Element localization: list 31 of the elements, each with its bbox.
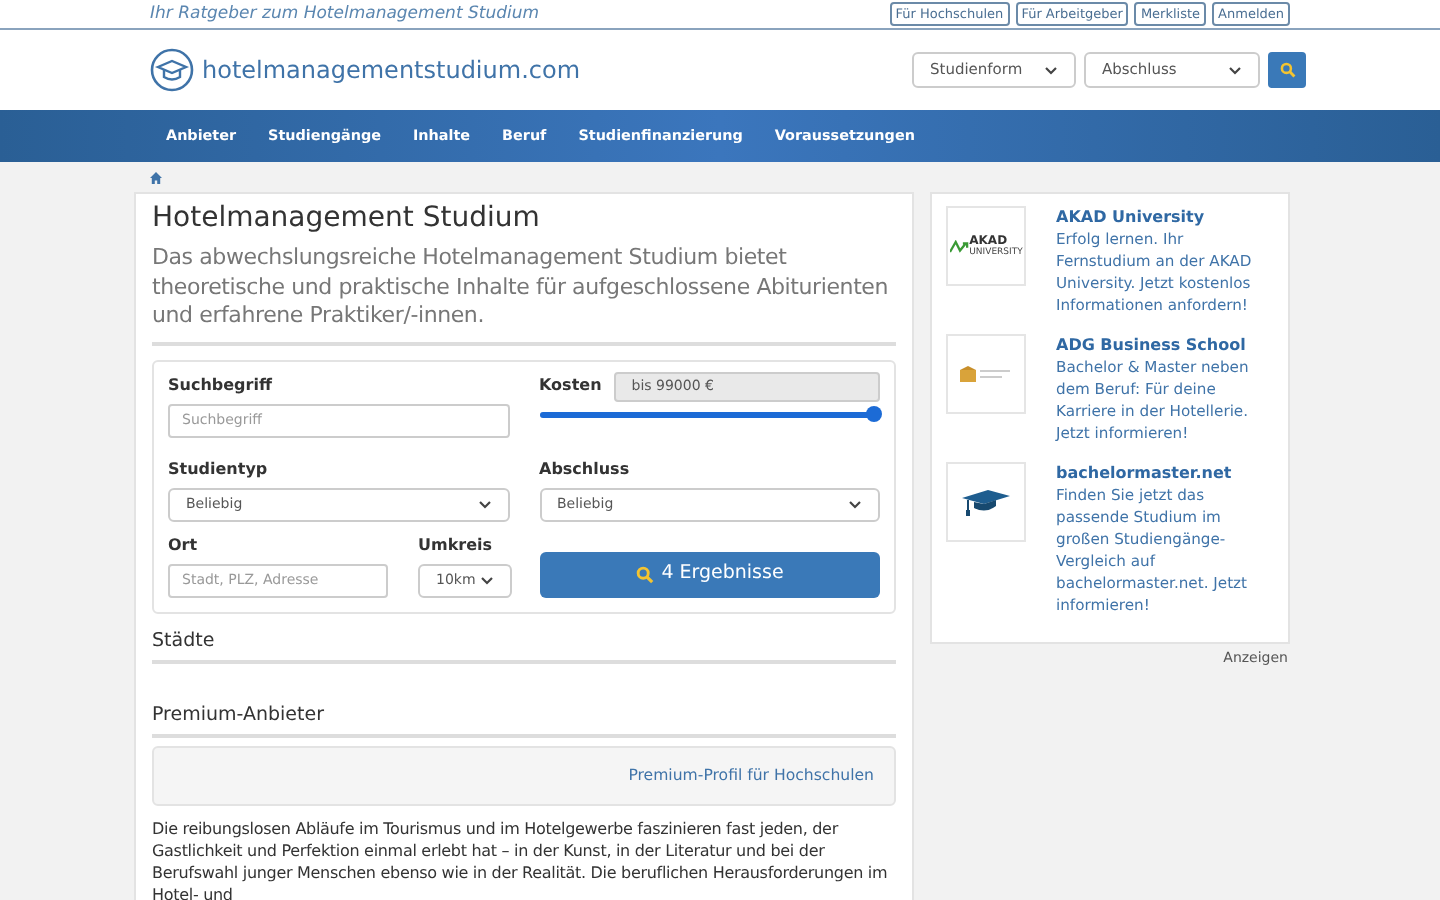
section-heading: Premium-Anbieter bbox=[152, 701, 896, 737]
field-label: Studientyp bbox=[168, 457, 270, 481]
section-heading: Städte bbox=[152, 627, 896, 663]
results-button[interactable]: 4 Ergebnisse bbox=[539, 551, 880, 597]
home-icon[interactable] bbox=[150, 171, 162, 183]
search-button[interactable] bbox=[1268, 52, 1306, 88]
field-label: Kosten bbox=[539, 374, 602, 398]
page-title: Hotelmanagement Studium bbox=[152, 200, 542, 238]
graduation-cap-icon bbox=[962, 486, 1010, 518]
field-label: Umkreis bbox=[418, 533, 495, 557]
ad-title-link[interactable]: ADG Business School bbox=[1056, 334, 1274, 356]
site-logo-text[interactable]: hotelmanagementstudium.com bbox=[202, 52, 581, 88]
graduation-cap-logo-icon bbox=[150, 48, 194, 92]
body-paragraph: Die reibungslosen Abläufe im Tourismus und im Hotelgewerbe faszinieren fast jeden, der Gastlichkeit und Perfektion einmal erlebt hat – in der Kunst, in der Literatur und bei der Berufswahl junger Menschen ebenso wie in der Realität. Die beruflichen Herausforderungen im Hotel- und bbox=[152, 817, 890, 900]
zigzag-arrow-icon bbox=[949, 239, 970, 253]
chevron-down-icon bbox=[848, 499, 862, 509]
search-icon bbox=[635, 565, 654, 583]
chevron-down-icon bbox=[1228, 65, 1242, 75]
chevron-down-icon bbox=[1044, 65, 1058, 75]
tagline: Ihr Ratgeber zum Hotelmanagement Studium bbox=[150, 1, 540, 27]
ad-title-link[interactable]: AKAD University bbox=[1056, 206, 1274, 228]
chevron-down-icon bbox=[480, 575, 494, 585]
field-label: Abschluss bbox=[539, 457, 632, 481]
lead-paragraph: Das abwechslungsreiche Hotelmanagement Studium bietet theoretische und praktische Inhalte für aufgeschlossene Abiturienten und erfahrene Praktiker/-innen. bbox=[152, 244, 896, 345]
search-icon bbox=[1279, 62, 1295, 78]
building-logo-drawing bbox=[960, 366, 1012, 382]
field-label: Ort bbox=[168, 533, 200, 557]
ad-logo[interactable] bbox=[946, 462, 1026, 542]
chevron-down-icon bbox=[477, 499, 491, 509]
field-label: Suchbegriff bbox=[168, 373, 274, 397]
ad-title-link[interactable]: bachelormaster.net bbox=[1056, 462, 1274, 484]
